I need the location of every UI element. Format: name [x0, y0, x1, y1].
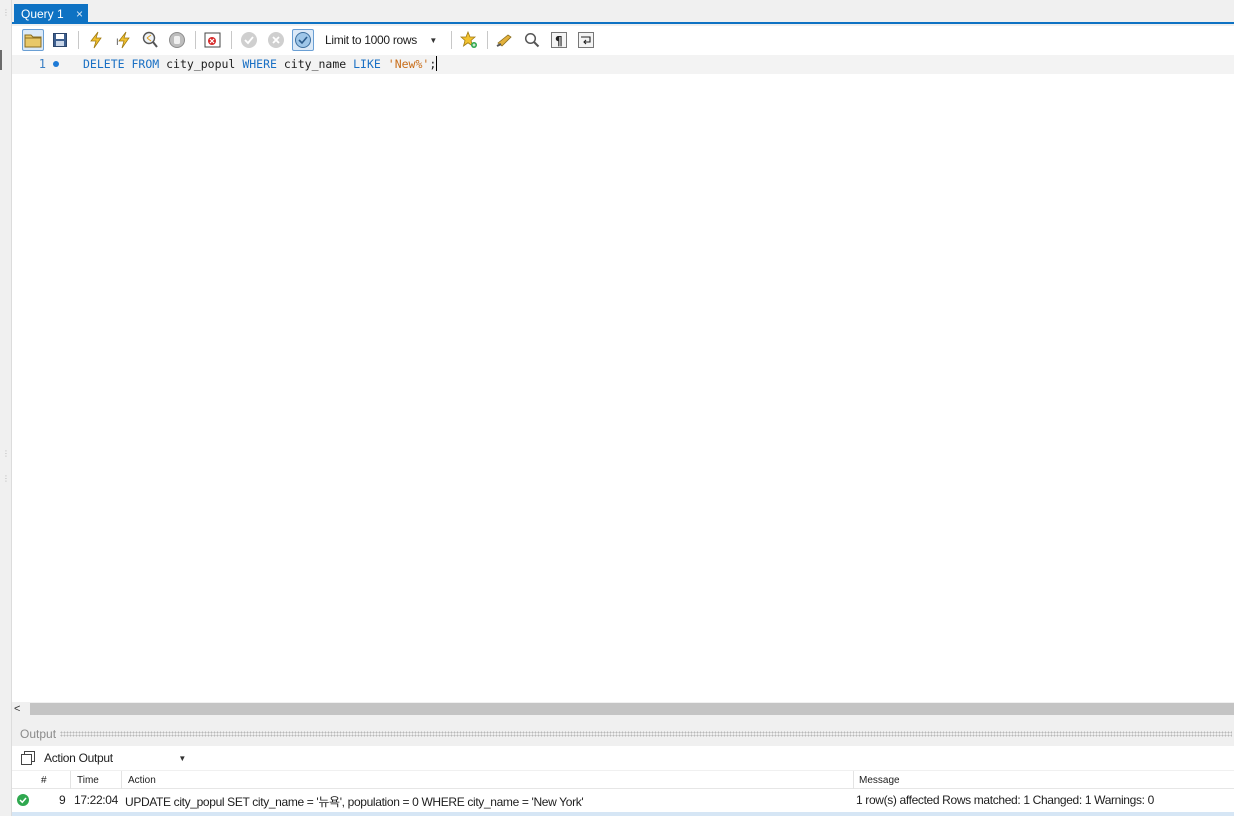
tab-label: Query 1	[21, 7, 64, 21]
grip-icon[interactable]: ⋮	[2, 8, 10, 18]
grip-icon[interactable]: ⋮	[2, 474, 10, 484]
commit-icon	[241, 32, 257, 48]
execute-button[interactable]	[85, 29, 107, 51]
sql-string: 'New%'	[387, 57, 430, 71]
text-cursor	[436, 56, 438, 71]
output-toolbar: Action Output ▼	[12, 746, 1234, 770]
svg-text:¶: ¶	[555, 34, 563, 48]
success-check-icon	[17, 794, 29, 806]
panel-grip[interactable]	[60, 731, 1232, 737]
row-action: UPDATE city_popul SET city_name = '뉴욕', …	[125, 795, 584, 809]
stop-icon	[169, 32, 185, 48]
sql-keyword: WHERE	[242, 57, 277, 71]
tab-query-1[interactable]: Query 1 ×	[14, 4, 88, 24]
column-divider[interactable]	[70, 771, 71, 789]
explain-icon	[142, 31, 158, 48]
statement-marker-icon	[53, 61, 59, 67]
column-header-action[interactable]: Action	[128, 775, 156, 786]
close-icon[interactable]: ×	[76, 7, 83, 21]
sql-editor[interactable]: 1 DELETE FROM city_popul WHERE city_name…	[12, 54, 1234, 702]
toggle-errors-button[interactable]	[202, 29, 224, 51]
execute-current-button[interactable]: I	[112, 29, 134, 51]
invisible-chars-button[interactable]: ¶	[548, 29, 570, 51]
save-icon	[53, 33, 67, 47]
action-output-table: # Time Action Message 9 17:22:04 UPDATE …	[12, 771, 1234, 816]
column-header-num[interactable]: #	[41, 775, 47, 786]
beautify-button[interactable]	[494, 29, 516, 51]
toggle-errors-icon	[204, 32, 221, 48]
scrollbar-thumb[interactable]	[30, 703, 1234, 715]
sql-keyword: DELETE	[83, 57, 125, 71]
pilcrow-icon: ¶	[551, 32, 567, 48]
bookmark-star-icon	[460, 31, 477, 48]
sql-editor-toolbar: I Limit to 1000 rows ▼ ¶	[12, 26, 1234, 54]
search-icon	[524, 32, 540, 48]
autocommit-toggle[interactable]	[292, 29, 314, 51]
limit-rows-value: Limit to 1000 rows	[325, 33, 417, 47]
toolbar-separator	[231, 31, 232, 49]
toolbar-separator	[487, 31, 488, 49]
line-number: 1	[38, 57, 46, 71]
stop-button[interactable]	[166, 29, 188, 51]
execute-icon	[90, 31, 102, 49]
open-file-button[interactable]	[22, 29, 44, 51]
sql-code-line[interactable]: DELETE FROM city_popul WHERE city_name L…	[83, 56, 438, 72]
sidebar-marker	[0, 50, 2, 70]
explain-button[interactable]	[139, 29, 161, 51]
svg-text:I: I	[116, 38, 119, 48]
sql-keyword: LIKE	[353, 57, 381, 71]
find-button[interactable]	[521, 29, 543, 51]
add-bookmark-button[interactable]	[458, 29, 480, 51]
sql-identifier: city_popul	[166, 57, 236, 71]
table-row[interactable]: 9 17:22:04 UPDATE city_popul SET city_na…	[12, 790, 1234, 810]
scroll-left-icon[interactable]: <	[14, 702, 26, 716]
output-mode-select[interactable]: Action Output ▼	[42, 748, 190, 768]
chevron-down-icon: ▼	[429, 35, 437, 45]
output-panel-header: Output	[12, 725, 1234, 743]
beautify-brush-icon	[496, 34, 512, 47]
sql-identifier: city_name	[283, 57, 347, 71]
column-divider[interactable]	[121, 771, 122, 789]
table-header: # Time Action Message	[12, 771, 1234, 789]
save-button[interactable]	[49, 29, 71, 51]
execute-current-icon: I	[116, 31, 130, 49]
workbench-window: ⋮ ⋮ ⋮ Query 1 × I Limit to 1000 rows ▼ ¶…	[0, 0, 1234, 816]
rollback-icon	[268, 32, 284, 48]
column-header-message[interactable]: Message	[859, 775, 900, 786]
toolbar-separator	[195, 31, 196, 49]
grip-icon[interactable]: ⋮	[2, 449, 10, 459]
word-wrap-icon	[578, 32, 594, 48]
sql-terminator: ;	[429, 57, 437, 71]
output-bottom-edge	[12, 812, 1234, 816]
query-tab-bar: Query 1 ×	[12, 0, 1234, 24]
column-header-time[interactable]: Time	[77, 775, 99, 786]
rollback-button[interactable]	[265, 29, 287, 51]
output-mode-value: Action Output	[44, 751, 113, 765]
row-message: 1 row(s) affected Rows matched: 1 Change…	[856, 793, 1154, 807]
open-file-icon	[24, 34, 42, 48]
commit-button[interactable]	[238, 29, 260, 51]
column-divider[interactable]	[853, 771, 854, 789]
sql-keyword: FROM	[131, 57, 160, 71]
copy-icon[interactable]	[20, 750, 36, 766]
output-panel-title: Output	[20, 727, 57, 741]
row-time: 17:22:04	[74, 793, 118, 807]
chevron-down-icon: ▼	[178, 753, 186, 763]
left-sidebar-strip: ⋮ ⋮ ⋮	[0, 0, 12, 816]
limit-rows-select[interactable]: Limit to 1000 rows ▼	[321, 30, 441, 50]
editor-horizontal-scrollbar[interactable]: <	[12, 702, 1234, 716]
word-wrap-button[interactable]	[575, 29, 597, 51]
row-number: 9	[59, 793, 66, 807]
toolbar-separator	[451, 31, 452, 49]
autocommit-icon	[295, 32, 311, 48]
toolbar-separator	[78, 31, 79, 49]
